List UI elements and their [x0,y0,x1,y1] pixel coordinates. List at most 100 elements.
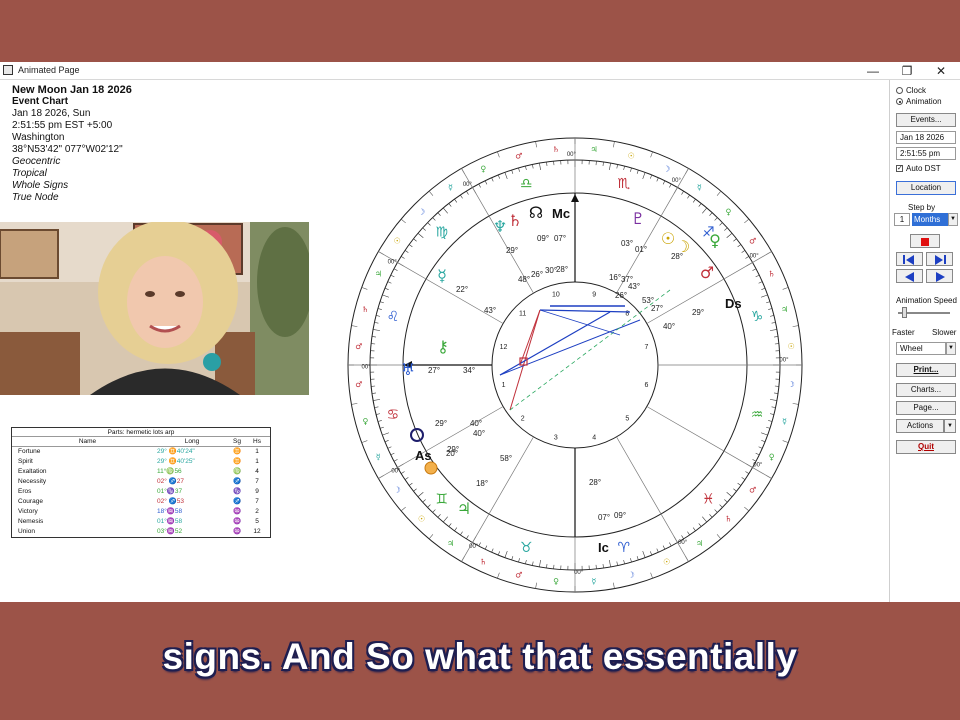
degree-marker: 00° [753,462,763,468]
parts-cell-long: 01°♑37 [157,488,183,495]
degree-label: 07° [554,234,566,243]
rim-glyph: ♂ [515,571,522,580]
sign-glyph: ♈ [618,540,631,556]
step-forward-button[interactable] [926,252,953,266]
display-select[interactable]: Wheel [896,342,946,355]
step-unit-dropdown-icon[interactable]: ▼ [948,213,958,226]
stop-button[interactable] [910,234,940,248]
rim-glyph: ♄ [553,145,560,154]
events-button[interactable]: Events... [896,113,956,127]
wall-painting-left [0,229,59,279]
degree-label: 40° [470,419,482,428]
clock-radio-circle[interactable] [896,87,903,94]
close-button[interactable]: ✕ [926,62,956,80]
degree-label: 01° [635,245,647,254]
animation-radio[interactable]: Animation [896,97,942,106]
quit-button[interactable]: Quit [896,440,956,454]
step-forward-icon [935,255,943,265]
time-field[interactable]: 2:51:55 pm [896,147,956,160]
parts-cell-hs: 1 [255,458,259,465]
page-button[interactable]: Page... [896,401,956,415]
rim-glyph: ♀ [769,453,775,462]
parts-cell-sg: ♑ [232,488,242,495]
degree-label: 07° [598,513,610,522]
degree-label: 43° [484,306,496,315]
display-dropdown-icon[interactable]: ▼ [946,342,956,355]
degree-marker: 00° [463,182,473,188]
chart-title: New Moon Jan 18 2026 [12,84,132,96]
option-geocentric: Geocentric [12,156,61,167]
parts-cell-name: Victory [18,508,38,515]
play-forward-button[interactable] [926,269,953,283]
header-house: Hs [253,438,261,445]
parts-cell-sg: ♐ [232,498,242,505]
degree-label: 28° [589,478,601,487]
date-field[interactable]: Jan 18 2026 [896,131,956,144]
house-number: 4 [592,434,596,441]
parts-table-row: Eros 01°♑37 ♑ 9 [12,487,270,497]
degree-marker: 00° [750,253,760,259]
chart-coords: 38°N53'42" 077°W02'12" [12,144,123,155]
degree-marker: 00° [388,260,398,266]
sign-glyph: ♑ [751,309,764,325]
auto-dst-check-icon[interactable]: ✓ [896,165,903,172]
parts-cell-long: 29° ♊40'25" [157,458,195,465]
rim-glyph: ☉ [663,558,670,567]
sign-glyph: ♏ [618,176,631,192]
earring [203,353,221,371]
location-button[interactable]: Location [896,181,956,195]
rim-glyph: ♀ [480,164,486,173]
degree-marker: 00° [469,544,479,550]
rim-glyph: ☿ [591,577,596,586]
angle-label-ic: Ic [598,540,609,555]
rim-glyph: ☉ [628,151,635,160]
degree-label: 40° [663,322,675,331]
degree-label: 03° [621,239,633,248]
auto-dst-checkbox[interactable]: ✓ Auto DST [896,164,941,173]
speed-slider-thumb[interactable] [902,307,907,318]
print-button[interactable]: Print... [896,363,956,377]
house-number: 12 [500,344,508,351]
minimize-button[interactable]: — [858,62,888,80]
parts-cell-name: Nemesis [18,518,44,525]
parts-cell-sg: ♊ [232,448,242,455]
parts-cell-long: 11°♍56 [157,468,182,475]
angle-label-ds: Ds [725,296,742,311]
charts-button[interactable]: Charts... [896,383,956,397]
degree-label: 43° [628,282,640,291]
parts-cell-name: Courage [18,498,43,505]
rim-glyph: ♂ [515,151,522,160]
parts-cell-sg: ♒ [232,528,242,535]
actions-button[interactable]: Actions [896,419,944,433]
sign-glyph: ♋ [387,407,400,423]
rim-glyph: ☉ [788,342,795,351]
presenter-face [127,256,203,348]
actions-dropdown-icon[interactable]: ▼ [944,419,956,433]
title-bar: Animated Page — ❐ ✕ [0,62,960,80]
maximize-button[interactable]: ❐ [892,62,922,80]
planet-glyph: ♃ [457,499,471,518]
house-number: 11 [519,311,526,318]
rim-glyph: ♂ [749,237,756,246]
rim-glyph: ♃ [696,539,703,548]
parts-table: Parts: hermetic lots arp Name Long Sg Hs… [11,427,271,538]
rim-glyph: ♀ [553,577,559,586]
angle-label-mc: Mc [552,206,570,221]
house-number: 7 [645,344,649,351]
degree-label: 29° [692,308,704,317]
planet-glyph: ♂ [700,263,714,282]
step-back-button[interactable] [896,252,923,266]
rim-glyph: ☿ [448,183,453,192]
rim-glyph: ♂ [355,380,362,389]
degree-label: 09° [614,511,626,520]
step-value-field[interactable]: 1 [894,213,910,226]
animation-radio-circle[interactable] [896,98,903,105]
step-unit-select[interactable]: Months [912,213,948,226]
planet-glyph: ♅ [401,360,415,379]
play-back-button[interactable] [896,269,923,283]
chart-time: 2:51:55 pm EST +5:00 [12,120,113,131]
degree-marker: 00° [567,152,577,158]
rim-glyph: ♂ [749,485,756,494]
parts-cell-hs: 7 [255,478,259,485]
clock-radio[interactable]: Clock [896,86,926,95]
